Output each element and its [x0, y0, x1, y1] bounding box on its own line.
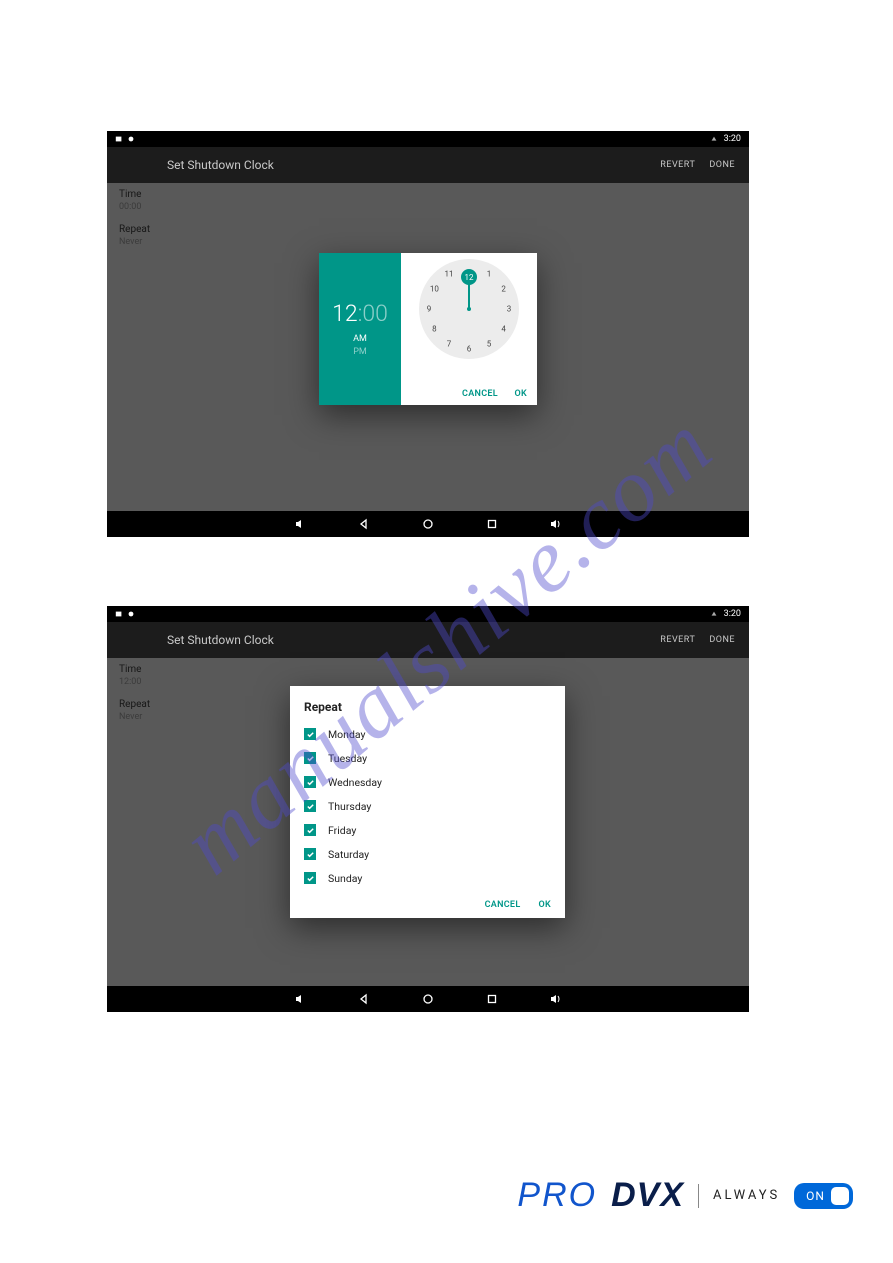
checkbox-icon[interactable]: [304, 752, 316, 764]
time-picker-dialog: 12:00 AM PM 12 12 3 45678 9 1011 CANCEL OK: [319, 253, 537, 405]
dialog-title: Repeat: [304, 700, 551, 714]
day-label: Thursday: [328, 800, 371, 813]
day-label: Monday: [328, 728, 365, 741]
nav-bar: [107, 511, 749, 537]
hour-3[interactable]: 3: [502, 305, 516, 314]
day-row-tuesday[interactable]: Tuesday: [304, 746, 551, 770]
minute-display[interactable]: 00: [362, 300, 388, 327]
clock-face[interactable]: 12 12 3 45678 9 1011: [419, 259, 519, 359]
hour-1[interactable]: 1: [482, 270, 496, 279]
logo-dvx: DVX: [611, 1176, 684, 1215]
screenshot-1: 3:20 Set Shutdown Clock REVERT DONE Time…: [107, 131, 749, 537]
recents-icon[interactable]: [485, 517, 499, 531]
done-button[interactable]: DONE: [709, 635, 735, 645]
volume-down-icon[interactable]: [293, 992, 307, 1006]
apple-icon: [127, 610, 135, 618]
clock-center: [467, 307, 471, 311]
hour-9[interactable]: 9: [422, 305, 436, 314]
day-row-monday[interactable]: Monday: [304, 722, 551, 746]
status-bar: 3:20: [107, 131, 749, 147]
cancel-button[interactable]: CANCEL: [462, 389, 498, 399]
hour-2[interactable]: 2: [497, 285, 511, 294]
hour-4[interactable]: 4: [497, 325, 511, 334]
selected-hour-knob[interactable]: 12: [461, 269, 477, 285]
back-icon[interactable]: [357, 992, 371, 1006]
page-title: Set Shutdown Clock: [167, 158, 274, 172]
back-icon[interactable]: [357, 517, 371, 531]
day-label: Saturday: [328, 848, 369, 861]
ok-button[interactable]: OK: [514, 389, 527, 399]
day-label: Tuesday: [328, 752, 367, 765]
screenshot-2: 3:20 Set Shutdown Clock REVERT DONE Time…: [107, 606, 749, 1012]
logo-pro: PRO: [517, 1176, 597, 1215]
status-time: 3:20: [724, 134, 741, 144]
hour-5[interactable]: 5: [482, 339, 496, 348]
bell-icon: [710, 135, 718, 143]
footer-logo: PRO DVX ALWAYS ON: [517, 1176, 853, 1215]
hour-10[interactable]: 10: [427, 285, 441, 294]
day-label: Wednesday: [328, 776, 382, 789]
day-label: Friday: [328, 824, 356, 837]
hour-6[interactable]: 6: [462, 345, 476, 354]
revert-button[interactable]: REVERT: [660, 635, 695, 645]
app-bar: Set Shutdown Clock REVERT DONE: [107, 622, 749, 658]
clock-face-container: 12 12 3 45678 9 1011 CANCEL OK: [401, 253, 537, 405]
volume-up-icon[interactable]: [549, 517, 563, 531]
page-title: Set Shutdown Clock: [167, 633, 274, 647]
divider: [698, 1184, 699, 1208]
apple-icon: [127, 135, 135, 143]
always-text: ALWAYS: [713, 1188, 780, 1203]
checkbox-icon[interactable]: [304, 848, 316, 860]
app-bar: Set Shutdown Clock REVERT DONE: [107, 147, 749, 183]
home-icon[interactable]: [421, 517, 435, 531]
day-label: Sunday: [328, 872, 362, 885]
day-row-thursday[interactable]: Thursday: [304, 794, 551, 818]
home-icon[interactable]: [421, 992, 435, 1006]
volume-up-icon[interactable]: [549, 992, 563, 1006]
repeat-dialog: Repeat Monday Tuesday Wednesday Thursday Fri…: [290, 686, 565, 918]
battery-icon: [115, 610, 123, 618]
hour-8[interactable]: 8: [427, 325, 441, 334]
day-row-saturday[interactable]: Saturday: [304, 842, 551, 866]
toggle-knob: [831, 1187, 849, 1205]
checkbox-icon[interactable]: [304, 872, 316, 884]
day-row-wednesday[interactable]: Wednesday: [304, 770, 551, 794]
hour-7[interactable]: 7: [442, 339, 456, 348]
on-badge: ON: [794, 1183, 853, 1209]
done-button[interactable]: DONE: [709, 160, 735, 170]
nav-bar: [107, 986, 749, 1012]
bell-icon: [710, 610, 718, 618]
pm-toggle[interactable]: PM: [353, 346, 367, 359]
checkbox-icon[interactable]: [304, 800, 316, 812]
checkbox-icon[interactable]: [304, 824, 316, 836]
hour-11[interactable]: 11: [442, 270, 456, 279]
revert-button[interactable]: REVERT: [660, 160, 695, 170]
ok-button[interactable]: OK: [538, 900, 551, 910]
on-text: ON: [806, 1189, 825, 1203]
status-time: 3:20: [724, 609, 741, 619]
day-row-friday[interactable]: Friday: [304, 818, 551, 842]
am-toggle[interactable]: AM: [353, 333, 367, 346]
checkbox-icon[interactable]: [304, 728, 316, 740]
volume-down-icon[interactable]: [293, 517, 307, 531]
battery-icon: [115, 135, 123, 143]
status-bar: 3:20: [107, 606, 749, 622]
time-picker-header: 12:00 AM PM: [319, 253, 401, 405]
recents-icon[interactable]: [485, 992, 499, 1006]
day-row-sunday[interactable]: Sunday: [304, 866, 551, 890]
checkbox-icon[interactable]: [304, 776, 316, 788]
hour-display[interactable]: 12: [332, 300, 358, 327]
cancel-button[interactable]: CANCEL: [485, 900, 521, 910]
